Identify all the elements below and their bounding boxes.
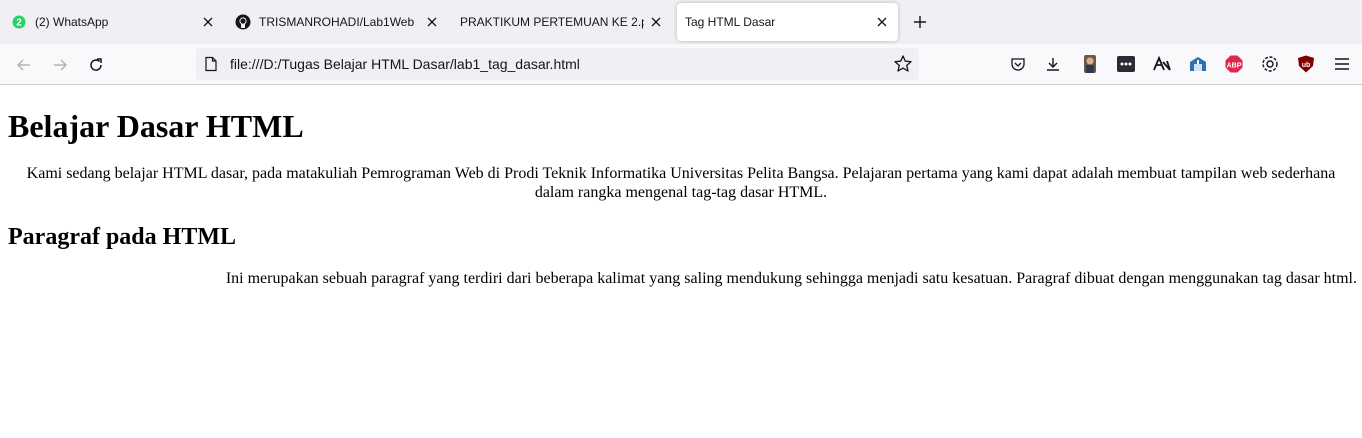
- bookmark-star-icon[interactable]: [893, 54, 913, 74]
- ublock-icon[interactable]: ub: [1296, 54, 1316, 74]
- pocket-icon[interactable]: [1008, 54, 1028, 74]
- ublock-label: ub: [1302, 62, 1311, 69]
- github-icon: [235, 14, 251, 30]
- new-tab-button[interactable]: [906, 8, 934, 36]
- back-button[interactable]: [9, 50, 39, 80]
- forward-button[interactable]: [45, 50, 75, 80]
- arrow-right-icon: [54, 59, 68, 71]
- tab-title: (2) WhatsApp: [35, 15, 109, 29]
- url-text[interactable]: file:///D:/Tugas Belajar HTML Dasar/lab1…: [230, 56, 580, 72]
- vpn-icon[interactable]: [1188, 54, 1208, 74]
- tab-github[interactable]: TRISMANROHADI/Lab1Web: [224, 3, 448, 41]
- reload-icon: [90, 58, 102, 71]
- translate-icon[interactable]: [1152, 54, 1172, 74]
- extension-dots-icon[interactable]: [1116, 54, 1136, 74]
- abp-icon[interactable]: ABP: [1224, 54, 1244, 74]
- intro-paragraph: Kami sedang belajar HTML dasar, pada mat…: [26, 165, 1336, 201]
- close-tab-icon[interactable]: [870, 10, 894, 34]
- settings-gear-icon[interactable]: [1260, 54, 1280, 74]
- tab-title: TRISMANROHADI/Lab1Web: [259, 15, 415, 29]
- page-heading: Belajar Dasar HTML: [8, 108, 304, 144]
- abp-label: ABP: [1227, 63, 1242, 70]
- close-tab-icon[interactable]: [644, 10, 668, 34]
- tab-title: PRAKTIKUM PERTEMUAN KE 2.pdf: [460, 15, 644, 29]
- address-bar[interactable]: file:///D:/Tugas Belajar HTML Dasar/lab1…: [196, 48, 919, 80]
- page-file-icon: [203, 56, 219, 72]
- tab-strip: 2 (2) WhatsApp TRISMANROHADI/Lab1Web PRA…: [0, 0, 1362, 44]
- plus-icon: [914, 16, 926, 28]
- arrow-left-icon: [16, 59, 30, 71]
- tab-praktikum-pdf[interactable]: PRAKTIKUM PERTEMUAN KE 2.pdf: [448, 3, 672, 41]
- tab-whatsapp[interactable]: 2 (2) WhatsApp: [0, 3, 224, 41]
- section-paragraph: Ini merupakan sebuah paragraf yang terdi…: [225, 270, 1357, 287]
- whatsapp-icon: 2: [11, 14, 27, 30]
- section-heading: Paragraf pada HTML: [8, 224, 236, 250]
- whatsapp-badge: 2: [16, 18, 22, 29]
- reload-button[interactable]: [81, 50, 111, 80]
- tab-tag-html-dasar[interactable]: Tag HTML Dasar: [677, 3, 898, 41]
- navigation-toolbar: file:///D:/Tugas Belajar HTML Dasar/lab1…: [0, 44, 1362, 85]
- page-content: Belajar Dasar HTML Kami sedang belajar H…: [0, 86, 1362, 438]
- download-icon[interactable]: [1043, 54, 1063, 74]
- profile-avatar[interactable]: [1080, 54, 1100, 74]
- close-tab-icon[interactable]: [196, 10, 220, 34]
- tab-title: Tag HTML Dasar: [685, 15, 776, 29]
- menu-icon[interactable]: [1332, 54, 1352, 74]
- close-tab-icon[interactable]: [420, 10, 444, 34]
